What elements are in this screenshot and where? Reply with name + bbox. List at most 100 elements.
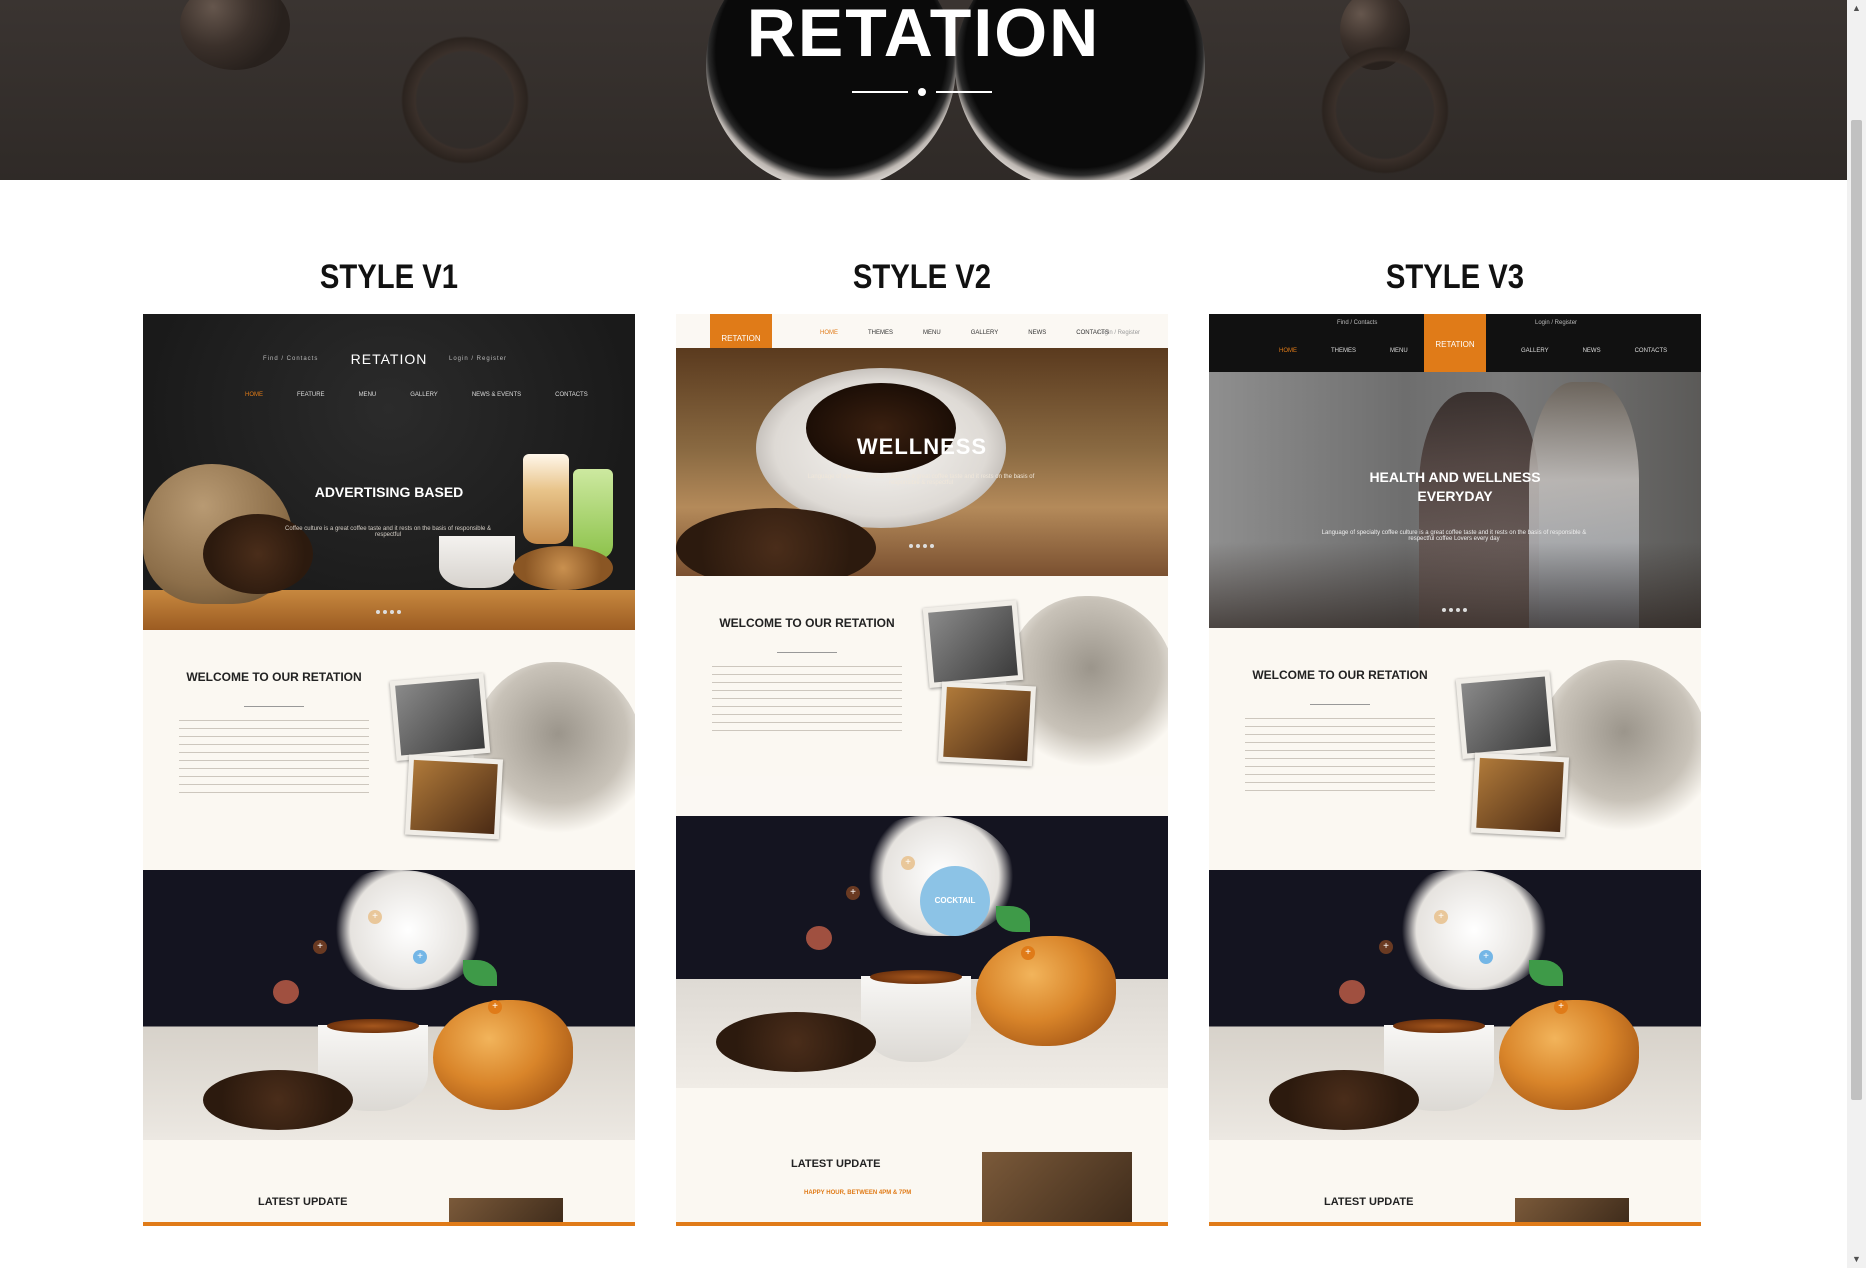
style-title: STYLE V2: [852, 258, 992, 296]
nav-contacts[interactable]: CONTACTS: [1635, 348, 1668, 354]
plus-icon[interactable]: +: [1434, 910, 1448, 924]
plus-icon[interactable]: +: [313, 940, 327, 954]
nav-home[interactable]: HOME: [820, 330, 838, 336]
plus-icon[interactable]: +: [846, 886, 860, 900]
nav-contacts[interactable]: CONTACTS: [555, 392, 588, 398]
nav-menu[interactable]: MENU: [923, 330, 941, 336]
nav-menu[interactable]: MENU: [1390, 348, 1408, 354]
v1-nav: HOME FEATURE MENU GALLERY NEWS & EVENTS …: [245, 392, 588, 398]
nav-menu[interactable]: MENU: [359, 392, 377, 398]
nav-feature[interactable]: FEATURE: [297, 392, 325, 398]
v1-header-slider: Find / Contacts RETATION Login / Registe…: [143, 314, 635, 630]
site-logo-badge: RETATION: [1424, 314, 1486, 384]
coffee-promo-section: + + + +: [143, 870, 635, 1140]
plus-icon[interactable]: +: [488, 1000, 502, 1014]
welcome-section: WELCOME TO OUR RETATION: [1209, 630, 1701, 870]
macaron: [1339, 980, 1365, 1004]
plus-icon[interactable]: +: [368, 910, 382, 924]
slider-dots[interactable]: [376, 610, 401, 614]
page-scrollbar[interactable]: ▲ ▼: [1847, 0, 1866, 1268]
plus-icon[interactable]: +: [413, 950, 427, 964]
scroll-down-icon[interactable]: ▼: [1847, 1251, 1866, 1268]
scrollbar-thumb[interactable]: [1851, 120, 1862, 1100]
slider-title: WELLNESS: [856, 434, 988, 459]
v3-nav-right: GALLERY NEWS CONTACTS: [1521, 348, 1667, 354]
latest-update-image: [982, 1152, 1132, 1222]
vintage-photo-1: [922, 600, 1024, 688]
nav-themes[interactable]: THEMES: [868, 330, 893, 336]
style-v3-preview[interactable]: Find / Contacts Login / Register RETATIO…: [1209, 314, 1701, 1226]
scroll-up-icon[interactable]: ▲: [1847, 0, 1866, 17]
v3-slider: HEALTH AND WELLNESS EVERYDAY Language of…: [1209, 372, 1701, 628]
nav-gallery[interactable]: GALLERY: [1521, 348, 1549, 354]
latest-update-section: LATEST UPDATE: [1209, 1140, 1701, 1222]
vintage-photo-2: [404, 754, 504, 840]
welcome-section: WELCOME TO OUR RETATION: [676, 576, 1168, 776]
slider-subtitle: Language of specialty coffee culture is …: [1321, 530, 1587, 542]
vintage-photo-1: [389, 673, 491, 761]
coffee-promo-section: COCKTAIL + + +: [676, 816, 1168, 1088]
happy-hour-text: HAPPY HOUR, BETWEEN 4PM & 7PM: [804, 1190, 912, 1196]
v2-nav: HOME THEMES MENU GALLERY NEWS CONTACTS: [820, 330, 1109, 336]
plus-icon[interactable]: +: [901, 856, 915, 870]
cocktail-badge[interactable]: COCKTAIL: [920, 866, 990, 936]
coffee-promo-section: + + + +: [1209, 870, 1701, 1140]
green-smoothie: [573, 469, 613, 559]
latest-update-title: LATEST UPDATE: [258, 1196, 348, 1208]
nav-news[interactable]: NEWS & EVENTS: [472, 392, 521, 398]
latest-update-image: [1515, 1198, 1629, 1222]
nav-themes[interactable]: THEMES: [1331, 348, 1356, 354]
welcome-section: WELCOME TO OUR RETATION: [143, 632, 635, 872]
plus-icon[interactable]: +: [1479, 950, 1493, 964]
vintage-photo-1: [1455, 671, 1557, 759]
top-left-links: Find / Contacts: [263, 356, 319, 362]
v2-slider: WELLNESS Language of specialty coffee cu…: [676, 348, 1168, 576]
plus-icon[interactable]: +: [1021, 946, 1035, 960]
nav-home[interactable]: HOME: [1279, 348, 1297, 354]
cookies: [513, 546, 613, 590]
croissant: [1499, 1000, 1639, 1110]
latest-update-section: LATEST UPDATE HAPPY HOUR, BETWEEN 4PM & …: [676, 1088, 1168, 1222]
style-v2-preview[interactable]: RETATION HOME THEMES MENU GALLERY NEWS C…: [676, 314, 1168, 1226]
plus-icon[interactable]: +: [1379, 940, 1393, 954]
nav-home[interactable]: HOME: [245, 392, 263, 398]
style-title: STYLE V3: [1385, 258, 1525, 296]
vintage-photo-2: [937, 681, 1037, 767]
top-right-links[interactable]: Login / Register: [1535, 320, 1577, 326]
milk-splash: [1399, 870, 1549, 990]
welcome-title: WELCOME TO OUR RETATION: [1252, 668, 1428, 682]
coffee-beans-scatter: [1269, 1070, 1419, 1130]
latest-update-image: [449, 1198, 563, 1222]
cappuccino-cup: [439, 536, 515, 588]
mint-leaf: [1529, 960, 1563, 986]
plus-icon[interactable]: +: [1554, 1000, 1568, 1014]
nav-news[interactable]: NEWS: [1028, 330, 1046, 336]
nav-gallery[interactable]: GALLERY: [410, 392, 438, 398]
hero-title: RETATION: [746, 0, 1101, 71]
style-v1-preview[interactable]: Find / Contacts RETATION Login / Registe…: [143, 314, 635, 1226]
slider-title: HEALTH AND WELLNESS EVERYDAY: [1369, 469, 1541, 504]
slider-dots[interactable]: [909, 544, 934, 548]
top-right-links[interactable]: Login / Register: [1098, 330, 1140, 336]
v3-nav-left: HOME THEMES MENU: [1279, 348, 1408, 354]
welcome-text: [712, 666, 902, 738]
croissant: [976, 936, 1116, 1046]
nav-gallery[interactable]: GALLERY: [971, 330, 999, 336]
mint-leaf: [996, 906, 1030, 932]
style-title: STYLE V1: [319, 258, 459, 296]
espresso-cup: [861, 970, 971, 1062]
frappe-cup: [523, 454, 569, 544]
macaron: [806, 926, 832, 950]
welcome-title: WELCOME TO OUR RETATION: [186, 670, 362, 684]
top-left-links[interactable]: Find / Contacts: [1337, 320, 1377, 326]
slider-dots[interactable]: [1442, 608, 1467, 612]
latest-update-section: LATEST UPDATE: [143, 1140, 635, 1222]
mint-leaf: [463, 960, 497, 986]
latest-update-title: LATEST UPDATE: [791, 1158, 881, 1170]
macaron: [273, 980, 299, 1004]
hero-separator: [852, 88, 994, 96]
top-right-links: Login / Register: [449, 356, 508, 362]
nav-news[interactable]: NEWS: [1583, 348, 1601, 354]
site-logo: RETATION: [350, 351, 428, 367]
milk-splash: [333, 870, 483, 990]
